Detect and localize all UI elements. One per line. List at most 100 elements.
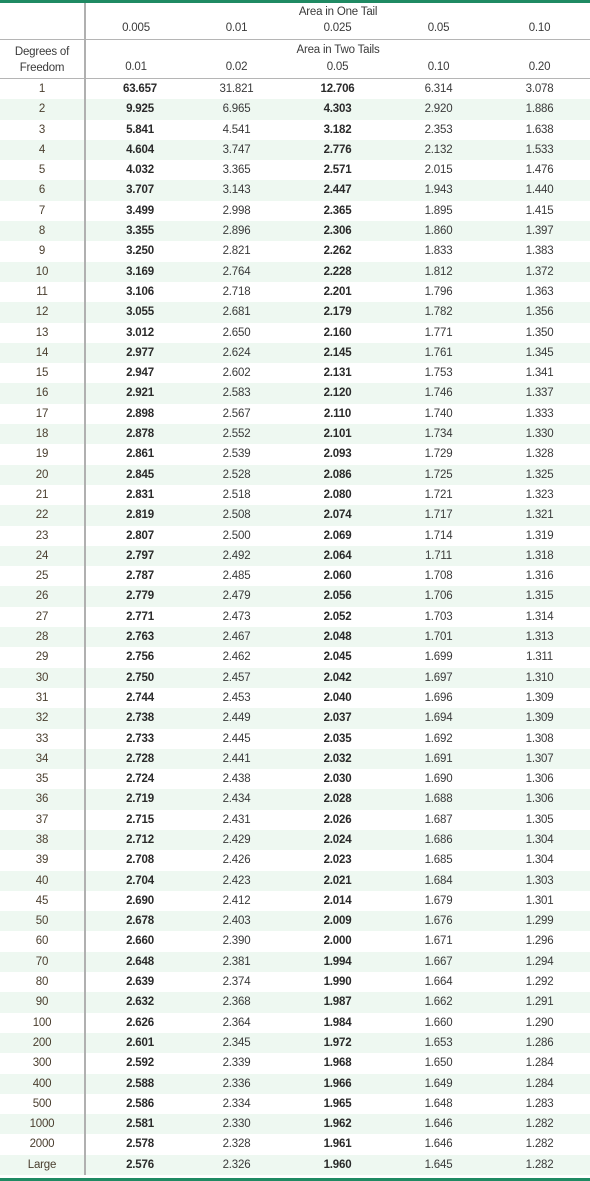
critical-value-cell: 1.282 — [489, 1114, 590, 1135]
critical-value-cell: 2.479 — [186, 586, 287, 607]
critical-value-cell: 1.363 — [525, 285, 554, 298]
two-tails-title-row: Degrees of Freedom Area in Two Tails — [0, 39, 590, 79]
critical-value-cell: 4.541 — [222, 123, 251, 136]
one-tail-value: 0.10 — [489, 19, 590, 40]
table-row: 15 2.947 2.602 2.131 1.753 1.341 — [0, 363, 590, 384]
critical-value-cell: 1.282 — [525, 1138, 554, 1151]
critical-value-cell: 2.518 — [222, 488, 251, 501]
table-row: 6 3.707 3.143 2.447 1.943 1.440 — [0, 180, 590, 201]
critical-value-cell: 1.533 — [489, 139, 590, 161]
critical-value-cell: 2.586 — [126, 1097, 154, 1110]
critical-value-cell: 2.069 — [323, 529, 352, 542]
critical-value-cell: 2.845 — [85, 464, 186, 485]
critical-value-cell: 1.966 — [287, 1073, 388, 1094]
table-row: 80 2.639 2.374 1.990 1.664 1.292 — [0, 972, 590, 993]
critical-value-cell: 2.744 — [126, 691, 154, 704]
critical-value-cell: 2.339 — [222, 1057, 251, 1070]
critical-value-cell: 2.086 — [287, 464, 388, 485]
degrees-of-freedom-cell: 50 — [0, 911, 86, 932]
critical-value-cell: 2.750 — [85, 667, 186, 688]
critical-value-cell: 2.807 — [126, 529, 154, 542]
degrees-of-freedom-cell: 11 — [0, 281, 86, 303]
critical-value-cell: 2.326 — [186, 1154, 287, 1176]
table-row: 39 2.708 2.426 2.023 1.685 1.304 — [0, 850, 590, 871]
critical-value-cell: 2.528 — [186, 464, 287, 485]
degrees-of-freedom-cell: 40 — [0, 870, 86, 891]
critical-value-cell: 1.650 — [424, 1057, 453, 1070]
critical-value-cell: 1.746 — [388, 383, 489, 404]
table-row: 18 2.878 2.552 2.101 1.734 1.330 — [0, 424, 590, 445]
critical-value-cell: 2.690 — [126, 894, 154, 907]
critical-value-cell: 2.650 — [222, 326, 251, 339]
critical-value-cell: 1.645 — [388, 1154, 489, 1176]
degrees-of-freedom-cell: 9 — [0, 241, 86, 262]
table-row: 31 2.744 2.453 2.040 1.696 1.309 — [0, 687, 590, 709]
critical-value-cell: 1.961 — [323, 1138, 352, 1151]
table-row: 38 2.712 2.429 2.024 1.686 1.304 — [0, 829, 590, 851]
critical-value-cell: 9.925 — [85, 99, 186, 120]
critical-value-cell: 1.638 — [525, 123, 554, 136]
critical-value-cell: 2.426 — [222, 854, 251, 867]
critical-value-cell: 2.040 — [323, 691, 352, 704]
t-distribution-table-container: Area in One Tail 0.005 0.01 0.025 0.05 0… — [0, 0, 590, 1181]
table-row: 100 2.626 2.364 1.984 1.660 1.290 — [0, 1012, 590, 1033]
critical-value-cell: 2.131 — [323, 367, 352, 380]
degrees-of-freedom-cell: 100 — [0, 1012, 86, 1033]
critical-value-cell: 1.692 — [424, 732, 453, 745]
critical-value-cell: 2.724 — [126, 773, 154, 786]
table-row: 8 3.355 2.896 2.306 1.860 1.397 — [0, 221, 590, 242]
critical-value-cell: 2.037 — [287, 708, 388, 729]
critical-value-cell: 1.284 — [525, 1057, 554, 1070]
critical-value-cell: 1.646 — [388, 1114, 489, 1135]
degrees-of-freedom-cell: 2000 — [0, 1134, 86, 1155]
critical-value-cell: 1.701 — [388, 627, 489, 648]
critical-value-cell: 31.821 — [219, 83, 254, 95]
table-row: 32 2.738 2.449 2.037 1.694 1.309 — [0, 708, 590, 729]
critical-value-cell: 2.160 — [323, 326, 352, 339]
critical-value-cell: 1.328 — [525, 448, 554, 461]
critical-value-cell: 1.697 — [388, 667, 489, 688]
degrees-of-freedom-cell: 32 — [0, 708, 86, 729]
table-row: 11 3.106 2.718 2.201 1.796 1.363 — [0, 281, 590, 303]
critical-value-cell: 2.364 — [222, 1016, 251, 1029]
critical-value-cell: 1.307 — [489, 748, 590, 770]
critical-value-cell: 1.886 — [489, 99, 590, 120]
table-row: 1000 2.581 2.330 1.962 1.646 1.282 — [0, 1114, 590, 1135]
table-row: 33 2.733 2.445 2.035 1.692 1.308 — [0, 728, 590, 749]
table-row: 28 2.763 2.467 2.048 1.701 1.313 — [0, 627, 590, 648]
critical-value-cell: 3.499 — [126, 204, 154, 217]
degrees-of-freedom-cell: 21 — [0, 484, 86, 506]
critical-value-cell: 1.740 — [424, 407, 453, 420]
table-row: Large 2.576 2.326 1.960 1.645 1.282 — [0, 1154, 590, 1176]
critical-value-cell: 1.318 — [489, 545, 590, 567]
critical-value-cell: 2.779 — [85, 586, 186, 607]
critical-value-cell: 1.649 — [388, 1073, 489, 1094]
degrees-of-freedom-cell: 30 — [0, 667, 86, 688]
degrees-of-freedom-cell: 2 — [0, 99, 86, 120]
critical-value-cell: 2.787 — [126, 570, 154, 583]
critical-value-cell: 1.717 — [388, 505, 489, 526]
critical-value-cell: 1.972 — [287, 1032, 388, 1054]
table-row: 60 2.660 2.390 2.000 1.671 1.296 — [0, 931, 590, 952]
critical-value-cell: 2.035 — [323, 732, 352, 745]
critical-value-cell: 2.920 — [388, 99, 489, 120]
critical-value-cell: 2.449 — [186, 708, 287, 729]
critical-value-cell: 2.660 — [126, 935, 154, 948]
critical-value-cell: 1.725 — [388, 464, 489, 485]
table-row: 10 3.169 2.764 2.228 1.812 1.372 — [0, 261, 590, 282]
table-row: 14 2.977 2.624 2.145 1.761 1.345 — [0, 342, 590, 364]
critical-value-cell: 3.055 — [85, 302, 186, 323]
critical-value-cell: 2.898 — [126, 407, 154, 420]
critical-value-cell: 2.028 — [287, 789, 388, 810]
critical-value-cell: 2.567 — [222, 407, 251, 420]
degrees-of-freedom-cell: 10 — [0, 261, 86, 282]
critical-value-cell: 2.381 — [186, 951, 287, 973]
critical-value-cell: 1.308 — [525, 732, 554, 745]
table-row: 2 9.925 6.965 4.303 2.920 1.886 — [0, 99, 590, 120]
critical-value-cell: 1.734 — [388, 424, 489, 445]
critical-value-cell: 2.262 — [323, 245, 352, 258]
critical-value-cell: 2.756 — [126, 651, 154, 664]
critical-value-cell: 2.581 — [85, 1114, 186, 1135]
critical-value-cell: 2.715 — [126, 813, 154, 826]
critical-value-cell: 1.691 — [388, 748, 489, 770]
